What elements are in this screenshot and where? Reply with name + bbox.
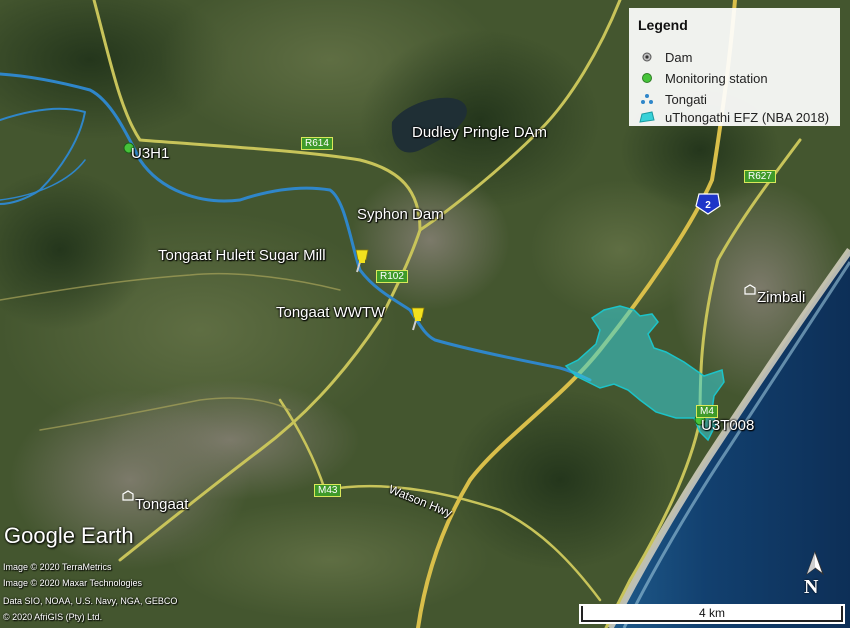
- label-tongaat-wwtw: Tongaat WWTW: [276, 304, 386, 321]
- legend-title: Legend: [638, 17, 688, 33]
- label-u3t008: U3T008: [701, 417, 755, 434]
- green-circle-icon: [638, 69, 656, 87]
- legend-panel: Legend Dam Monitoring station Tongati uT…: [629, 8, 840, 126]
- legend-item-monitoring-station: Monitoring station: [638, 69, 768, 87]
- road-shield-r102: R102: [376, 270, 408, 283]
- road-shield-r627: R627: [744, 170, 776, 183]
- road-shield-m4: M4: [696, 405, 718, 418]
- label-sugar-mill: Tongaat Hulett Sugar Mill: [158, 247, 326, 264]
- n2-shield-label: 2: [705, 200, 711, 211]
- google-earth-logo: Google Earth: [4, 523, 134, 548]
- label-syphon-dam: Syphon Dam: [357, 206, 444, 223]
- north-arrow-icon: N: [800, 550, 830, 600]
- road-shield-r614: R614: [301, 137, 333, 150]
- credit-line: Image © 2020 Maxar Technologies: [3, 578, 143, 588]
- legend-label: uThongathi EFZ (NBA 2018): [665, 109, 830, 125]
- legend-item-dam: Dam: [638, 48, 692, 66]
- dam-point-icon: [638, 48, 656, 66]
- legend-item-efz: uThongathi EFZ (NBA 2018): [638, 108, 829, 126]
- road-shield-m43: M43: [314, 484, 342, 497]
- legend-item-tongati: Tongati: [638, 90, 707, 108]
- scale-bar: 4 km: [579, 604, 845, 624]
- label-dudley-pringle-dam: Dudley Pringle DAm: [412, 124, 548, 141]
- cyan-polygon-icon: [638, 108, 656, 126]
- legend-label: Monitoring station: [665, 70, 768, 86]
- river-line-icon: [638, 90, 656, 108]
- scale-bar-label: 4 km: [698, 606, 725, 620]
- legend-label: Tongati: [665, 91, 707, 107]
- credit-line: Data SIO, NOAA, U.S. Navy, NGA, GEBCO: [3, 596, 178, 606]
- north-label: N: [804, 576, 819, 598]
- label-tongaat: Tongaat: [135, 496, 189, 513]
- label-zimbali: Zimbali: [757, 289, 806, 306]
- label-u3h1: U3H1: [131, 145, 170, 162]
- credit-line: Image © 2020 TerraMetrics: [3, 562, 112, 572]
- credit-line: © 2020 AfriGIS (Pty) Ltd.: [3, 612, 103, 622]
- legend-label: Dam: [665, 49, 693, 65]
